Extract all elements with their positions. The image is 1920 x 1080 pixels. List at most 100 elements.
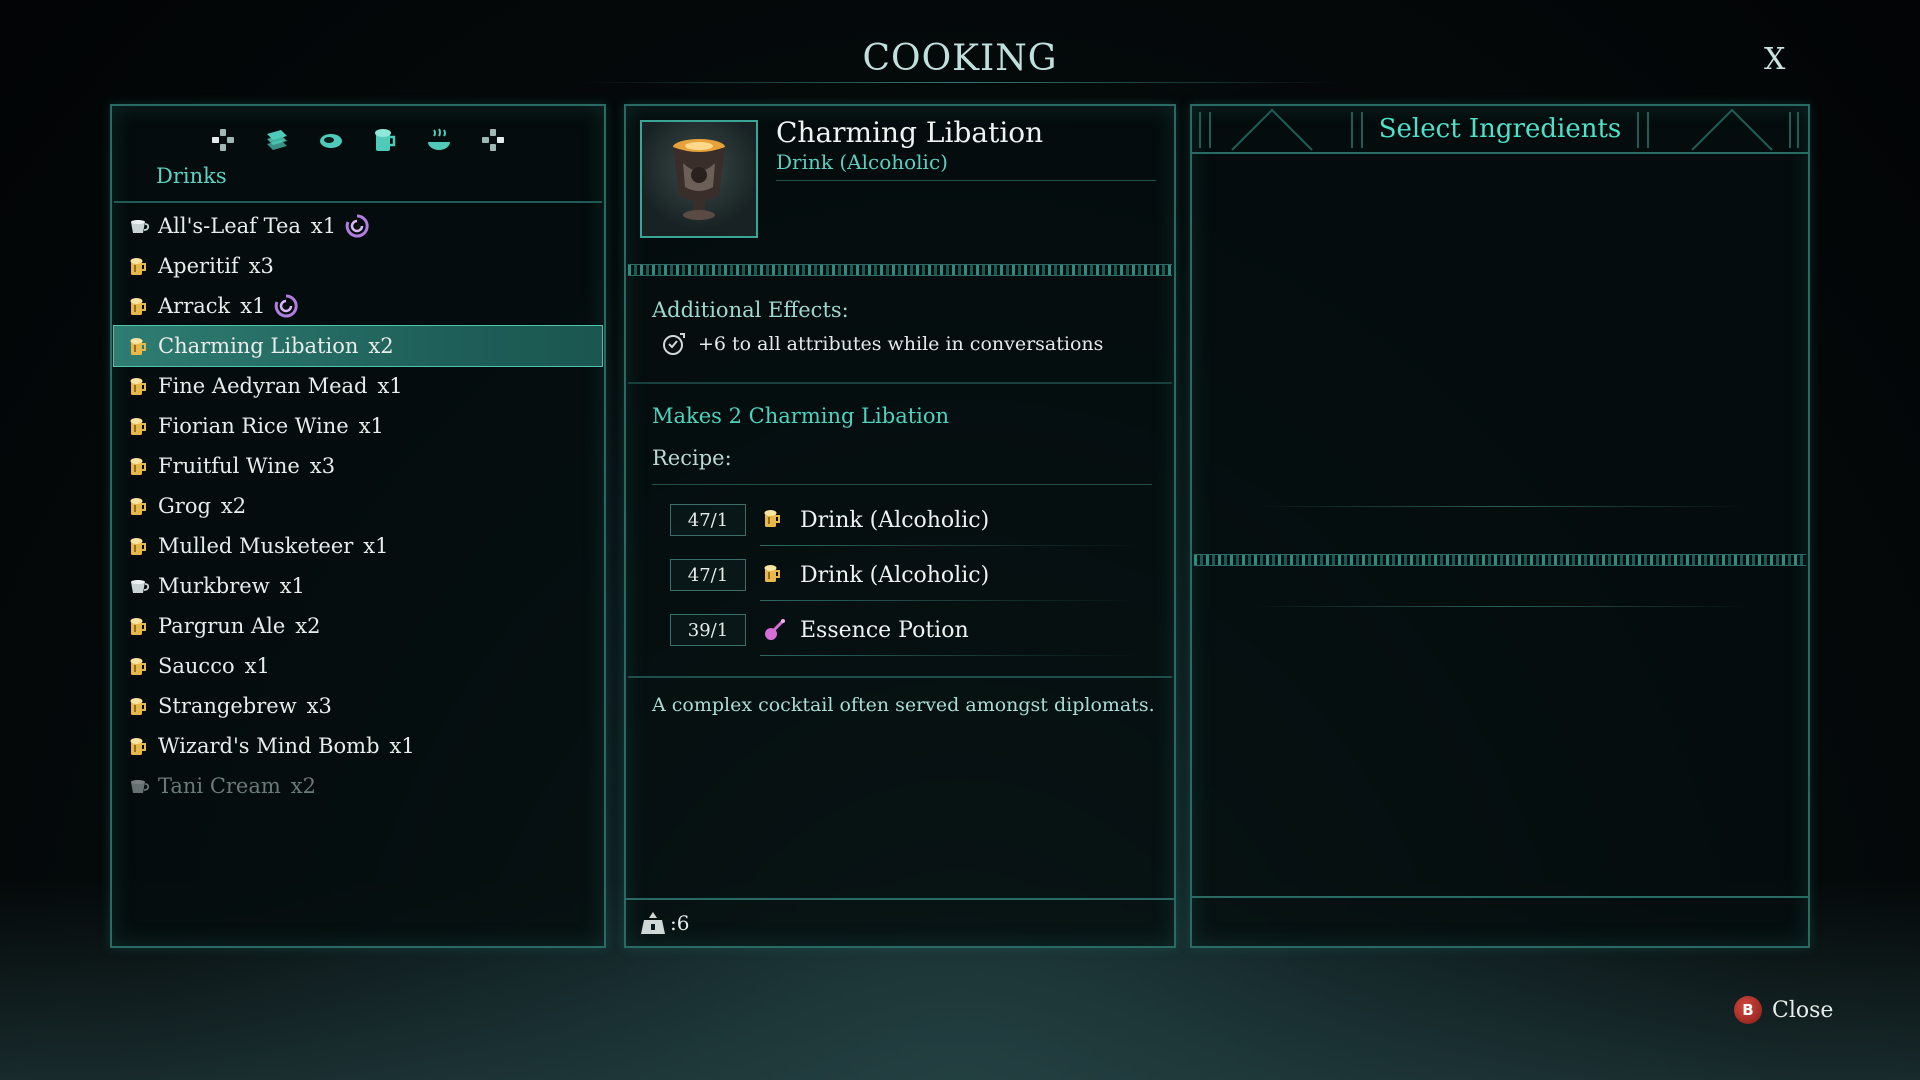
recipe-detail-panel: Charming Libation Drink (Alcoholic) Addi… [624, 104, 1176, 948]
recipe-list-item-name: Fiorian Rice Wine [158, 414, 349, 438]
section-divider [628, 382, 1172, 384]
recipe-list-item-name: Fine Aedyran Mead [158, 374, 368, 398]
recipe-list-item-name: Pargrun Ale [158, 614, 286, 638]
recipe-list-item[interactable]: Strangebrew x3 [114, 686, 602, 726]
recipe-list-item[interactable]: Aperitif x3 [114, 246, 602, 286]
recipe-list-item-qty: x1 [358, 414, 384, 438]
recipe-ingredient-row: 39/1 Essence Potion [670, 610, 1140, 656]
meat-icon[interactable] [315, 124, 347, 156]
recipe-list-item-qty: x2 [295, 614, 321, 638]
recipe-list-item[interactable]: Fruitful Wine x3 [114, 446, 602, 486]
cup-icon [128, 775, 150, 797]
recipe-list-item-qty: x1 [377, 374, 403, 398]
recipe-list-item[interactable]: All's-Leaf Tea x1 [114, 206, 602, 246]
recipe-list-item-name: Murkbrew [158, 574, 270, 598]
mug-icon [762, 562, 788, 588]
item-portrait [640, 120, 758, 238]
recipe-list-item-qty: x2 [368, 334, 394, 358]
mug-icon [128, 295, 150, 317]
ingredient-name: Drink (Alcoholic) [800, 507, 990, 533]
recipe-list-item[interactable]: Mulled Musketeer x1 [114, 526, 602, 566]
recipe-list-item-qty: x1 [363, 534, 389, 558]
recipe-list-item-name: Aperitif [158, 254, 239, 278]
recipe-ingredient-row: 47/1 Drink (Alcoholic) [670, 500, 1140, 546]
recipe-list-item-name: Strangebrew [158, 694, 297, 718]
special-marker-icon [344, 213, 370, 239]
recipe-list-item-qty: x1 [240, 294, 266, 318]
title-underline [580, 82, 1340, 83]
recipe-list-item[interactable]: Arrack x1 [114, 286, 602, 326]
mug-icon [128, 535, 150, 557]
recipe-list-item[interactable]: Charming Libation x2 [113, 325, 603, 367]
decorative-band [628, 264, 1172, 276]
b-button-icon: B [1734, 996, 1762, 1024]
ingredient-underline [760, 600, 1140, 601]
dpad-right-icon[interactable] [477, 124, 509, 156]
effect-text: +6 to all attributes while in conversati… [698, 333, 1104, 355]
recipe-underline [652, 484, 1152, 485]
recipe-list-panel: Drinks All's-Leaf Tea x1 Aperitif x3 Arrack x… [110, 104, 606, 948]
item-name: Charming Libation [776, 116, 1044, 149]
recipe-list-item-name: All's-Leaf Tea [158, 214, 301, 238]
effect-row: +6 to all attributes while in conversati… [660, 330, 1103, 358]
recipe-list-item[interactable]: Tani Cream x2 [114, 766, 602, 806]
recipe-list-item-name: Tani Cream [158, 774, 281, 798]
hot-dish-icon[interactable] [423, 124, 455, 156]
recipe-list-item[interactable]: Pargrun Ale x2 [114, 606, 602, 646]
list-divider [114, 201, 602, 203]
special-marker-icon [273, 293, 299, 319]
close-label: Close [1772, 997, 1834, 1023]
recipe-list-item-name: Grog [158, 494, 211, 518]
recipe-list-item-qty: x1 [389, 734, 415, 758]
effects-label: Additional Effects: [652, 298, 849, 322]
ingredient-count: 47/1 [670, 559, 746, 591]
recipe-list-item-qty: x1 [279, 574, 305, 598]
recipe-list-item[interactable]: Murkbrew x1 [114, 566, 602, 606]
select-ingredients-title: Select Ingredients [1378, 114, 1622, 144]
ingredient-name: Essence Potion [800, 617, 969, 643]
ingredient-underline [760, 655, 1140, 656]
mug-icon [128, 415, 150, 437]
scroll-icon[interactable] [261, 124, 293, 156]
recipe-list-item-qty: x3 [309, 454, 336, 478]
recipe-list-item-qty: x3 [248, 254, 274, 278]
close-button[interactable]: B Close [1734, 996, 1833, 1024]
drink-mug-icon[interactable] [369, 124, 401, 156]
recipe-list-item[interactable]: Grog x2 [114, 486, 602, 526]
recipe-list: All's-Leaf Tea x1 Aperitif x3 Arrack x1 Charmi… [113, 206, 603, 806]
item-type: Drink (Alcoholic) [776, 150, 948, 174]
mug-icon [128, 455, 150, 477]
slot-divider [1252, 606, 1748, 607]
weight-bar: :6 [626, 898, 1174, 946]
decorative-band [1194, 554, 1806, 566]
recipe-ingredient-row: 47/1 Drink (Alcoholic) [670, 555, 1140, 601]
recipe-list-item[interactable]: Wizard's Mind Bomb x1 [114, 726, 602, 766]
mug-icon [128, 335, 150, 357]
mug-icon [128, 375, 150, 397]
recipe-list-item[interactable]: Fiorian Rice Wine x1 [114, 406, 602, 446]
recipe-list-item-qty: x1 [310, 214, 337, 238]
recipe-list-item-name: Arrack [158, 294, 231, 318]
ingredient-name: Drink (Alcoholic) [800, 562, 990, 588]
ingredients-header: Select Ingredients [1192, 106, 1808, 154]
mug-icon [128, 495, 150, 517]
recipe-list-item-qty: x2 [290, 774, 316, 798]
cup-icon [128, 215, 150, 237]
mug-icon [128, 655, 150, 677]
cup-icon [128, 575, 150, 597]
recipe-list-item-qty: x2 [220, 494, 247, 518]
recipe-list-item-qty: x3 [306, 694, 332, 718]
mug-icon [128, 615, 150, 637]
close-x-button[interactable]: X [1764, 42, 1785, 77]
section-divider [628, 676, 1172, 678]
goblet-icon [673, 139, 725, 220]
mug-icon [128, 255, 150, 277]
recipe-list-item[interactable]: Fine Aedyran Mead x1 [114, 366, 602, 406]
dpad-left-icon[interactable] [207, 124, 239, 156]
weight-icon [638, 908, 668, 938]
ingredient-count: 47/1 [670, 504, 746, 536]
recipe-list-item[interactable]: Saucco x1 [114, 646, 602, 686]
screen-title: COOKING [862, 38, 1058, 79]
ingredient-underline [760, 545, 1140, 546]
ingredient-count: 39/1 [670, 614, 746, 646]
